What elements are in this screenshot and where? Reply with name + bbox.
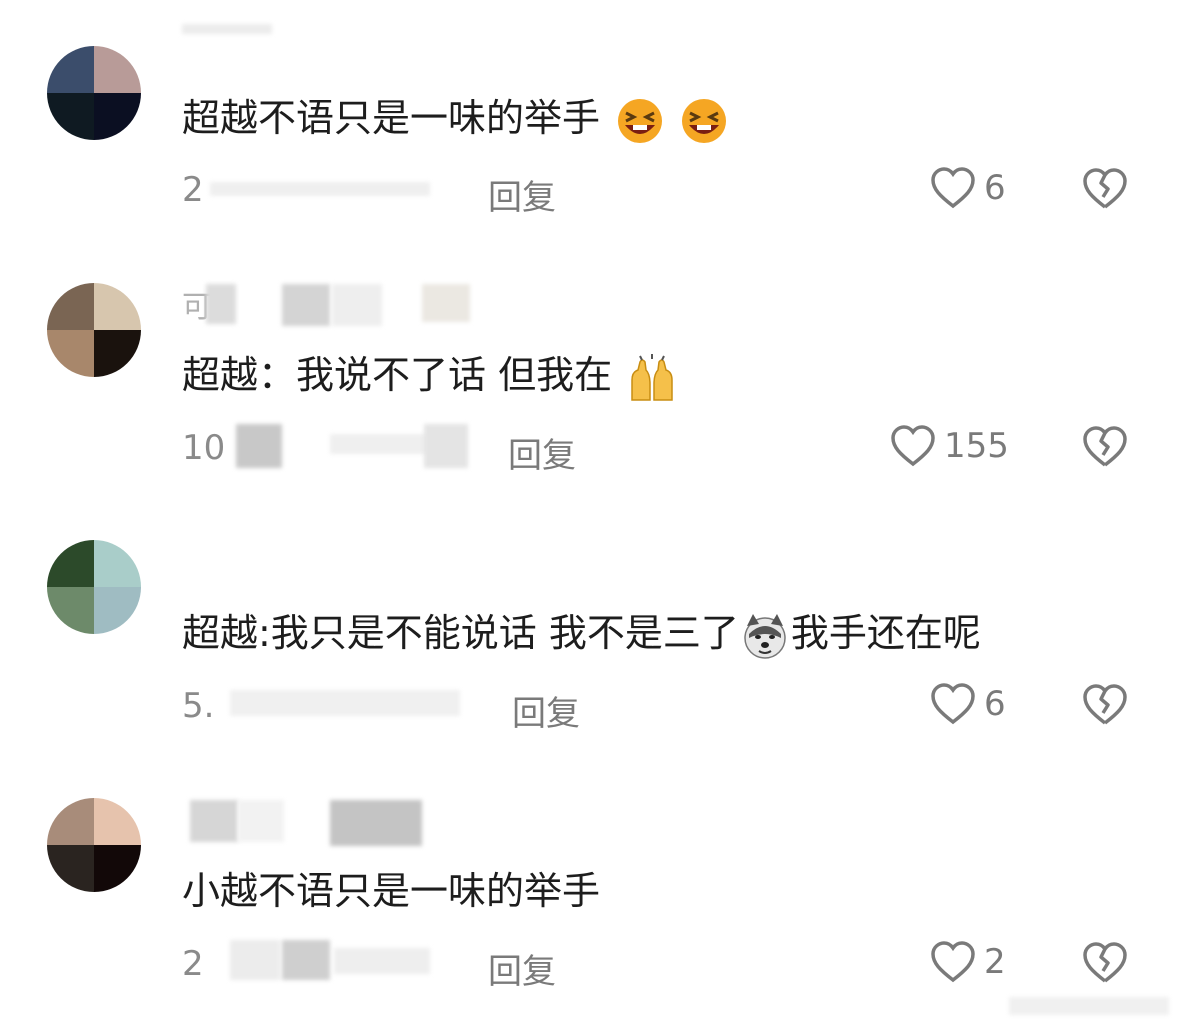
avatar-cell (47, 798, 94, 845)
comment-text-content: 超越：我说不了话 但我在 (182, 353, 613, 397)
comment-text-content: 超越不语只是一味的举手 (182, 96, 601, 140)
reply-button[interactable]: 回复 (508, 428, 576, 477)
comment-meta: 2 (182, 944, 204, 984)
avatar[interactable] (47, 798, 141, 892)
heart-icon (891, 425, 935, 467)
avatar-cell (47, 330, 94, 377)
like-button[interactable]: 6 (930, 166, 1006, 210)
meta-blurred (236, 424, 282, 468)
avatar-cell (94, 283, 141, 330)
meta-blurred (334, 948, 430, 974)
comment-meta: 10 (182, 428, 225, 468)
comment-meta: 5. (182, 686, 214, 726)
heart-icon (931, 167, 975, 209)
raising-hands-emoji (631, 353, 673, 401)
heart-icon (931, 941, 975, 983)
comment-meta-text: 10 (182, 428, 226, 468)
comment-meta: 2 (182, 170, 204, 210)
avatar-cell (94, 798, 141, 845)
avatar[interactable] (47, 46, 141, 140)
avatar-cell (47, 46, 94, 93)
avatar-cell (94, 330, 141, 377)
broken-heart-icon[interactable] (1082, 682, 1128, 728)
meta-blurred (230, 690, 460, 716)
comment-text-content: 小越不语只是一味的举手 (182, 869, 601, 913)
comment-meta-text: 2 (182, 170, 204, 210)
watermark (1009, 997, 1169, 1015)
laughing-face-emoji (682, 98, 727, 143)
avatar-cell (47, 540, 94, 587)
broken-heart-icon[interactable] (1082, 940, 1128, 986)
reply-button[interactable]: 回复 (512, 686, 580, 735)
avatar-cell (94, 46, 141, 93)
reply-button[interactable]: 回复 (488, 944, 556, 993)
comment-meta-text: 5. (182, 686, 215, 726)
like-button[interactable]: 2 (930, 940, 1006, 984)
heart-icon (931, 683, 975, 725)
like-count: 6 (984, 168, 1006, 208)
comment-meta-text: 2 (182, 944, 204, 984)
comment-text-content-after: 我手还在呢 (790, 611, 981, 655)
avatar-cell (94, 93, 141, 140)
husky-dog-emoji (744, 613, 786, 659)
meta-blurred (210, 182, 430, 196)
avatar[interactable] (47, 540, 141, 634)
comment-text: 超越不语只是一味的举手 (182, 93, 728, 145)
meta-blurred (330, 434, 430, 454)
comment-text: 小越不语只是一味的举手 (182, 866, 600, 916)
like-button[interactable]: 6 (930, 682, 1006, 726)
avatar-cell (94, 845, 141, 892)
avatar-cell (47, 845, 94, 892)
avatar-cell (94, 540, 141, 587)
avatar[interactable] (47, 283, 141, 377)
broken-heart-icon[interactable] (1082, 166, 1128, 212)
avatar-cell (47, 283, 94, 330)
like-count: 6 (984, 684, 1006, 724)
broken-heart-icon[interactable] (1082, 424, 1128, 470)
avatar-cell (94, 587, 141, 634)
meta-blurred (424, 424, 468, 468)
like-button[interactable]: 155 (890, 424, 1009, 468)
reply-button[interactable]: 回复 (488, 170, 556, 219)
meta-blurred (230, 940, 280, 980)
comment-text-content: 超越:我只是不能说话 我不是三了 (182, 611, 739, 655)
meta-blurred (282, 940, 330, 980)
comment-text: 超越:我只是不能说话 我不是三了 我手还在呢 (182, 608, 981, 660)
like-count: 2 (984, 942, 1006, 982)
like-count: 155 (944, 426, 1009, 466)
avatar-cell (47, 93, 94, 140)
laughing-face-emoji (618, 98, 663, 143)
comment-text: 超越：我说不了话 但我在 (182, 350, 676, 402)
avatar-cell (47, 587, 94, 634)
